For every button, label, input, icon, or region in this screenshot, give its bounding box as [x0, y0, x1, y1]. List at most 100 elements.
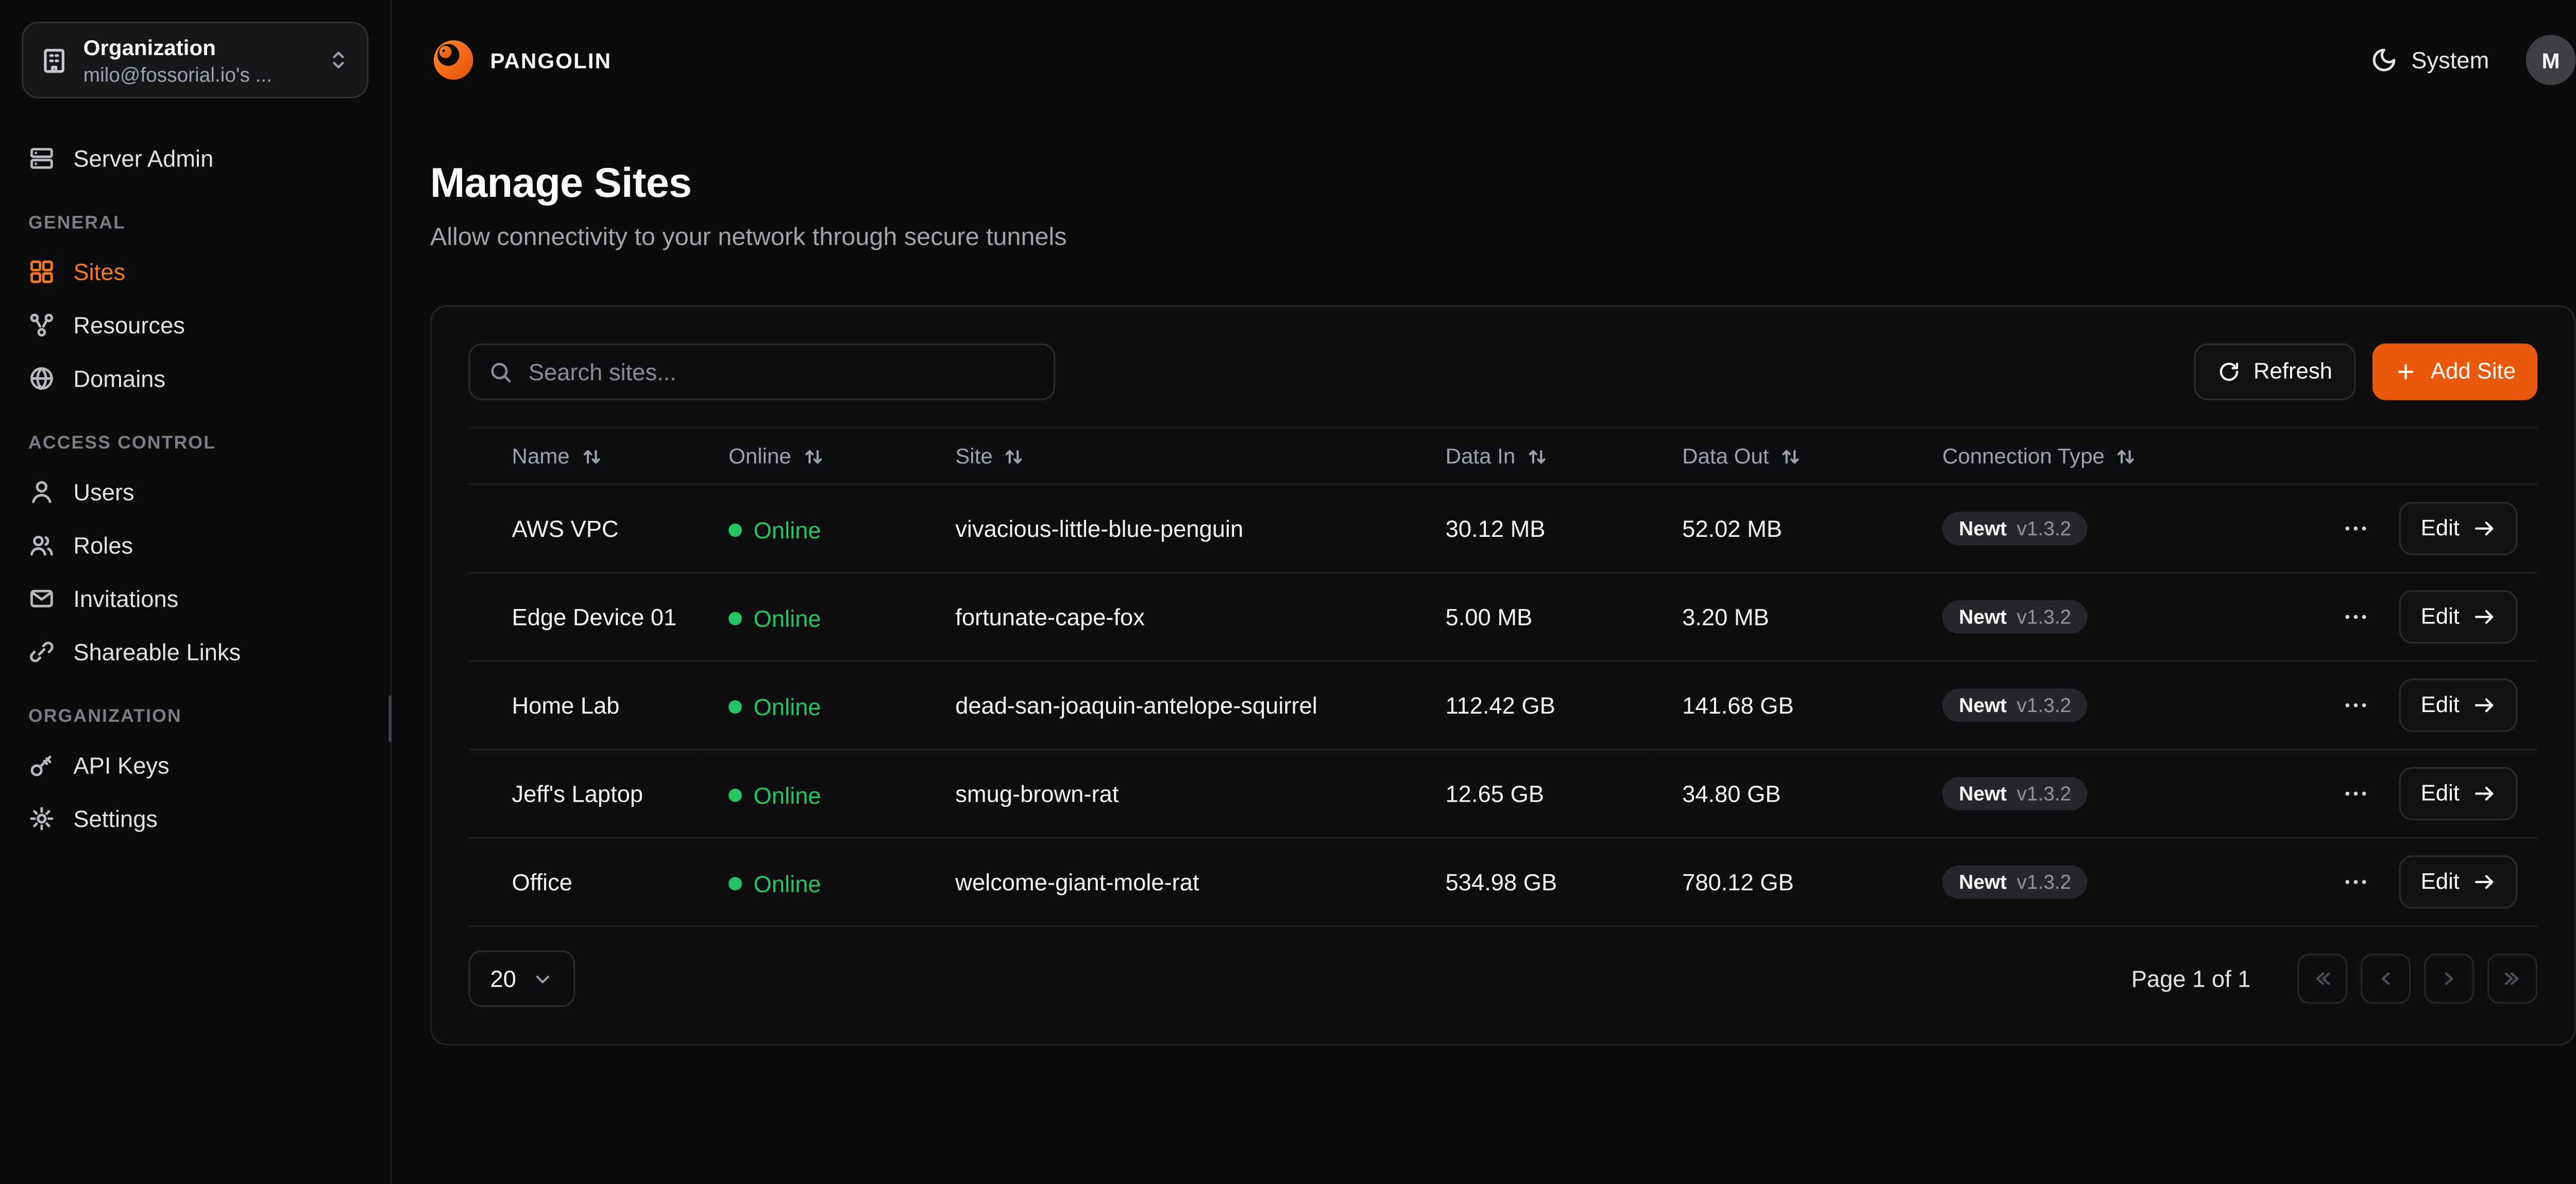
sidebar-item-roles[interactable]: Roles [22, 518, 368, 572]
row-actions-cell: Edit [2309, 838, 2537, 926]
org-switcher-subtitle: milo@fossorial.io's ... [83, 62, 312, 86]
refresh-label: Refresh [2253, 361, 2332, 383]
arrow-right-icon [2473, 605, 2496, 629]
sidebar-item-label: Settings [73, 807, 158, 830]
section-label-access-control: ACCESS CONTROL [28, 433, 362, 453]
topbar: PANGOLIN System M [430, 0, 2576, 120]
ellipsis-icon [2343, 780, 2369, 807]
online-dot-icon [728, 700, 742, 713]
connection-type-version: v1.3.2 [2016, 872, 2071, 892]
data-out-cell: 34.80 GB [1655, 750, 1916, 838]
user-avatar[interactable]: M [2526, 35, 2576, 85]
sidebar-nav: Server Admin GENERAL Sites Resources Do [22, 132, 368, 845]
org-switcher-text: Organization milo@fossorial.io's ... [83, 34, 312, 86]
table-row: Office Online welcome-giant-mole-rat 534… [468, 838, 2537, 926]
edit-site-button[interactable]: Edit [2399, 679, 2518, 732]
sites-card: Refresh Add Site [430, 305, 2576, 1045]
column-header-site: Site [955, 444, 993, 469]
data-out-cell: 780.12 GB [1655, 838, 1916, 926]
sort-by-name-button[interactable]: Name [512, 444, 601, 469]
connection-type-version: v1.3.2 [2016, 784, 2071, 804]
row-actions-cell: Edit [2309, 661, 2537, 750]
sort-icon [581, 446, 601, 466]
row-menu-button[interactable] [2336, 862, 2376, 902]
column-header-connection-type: Connection Type [1942, 444, 2105, 469]
sidebar-item-invitations[interactable]: Invitations [22, 572, 368, 625]
search-input[interactable] [529, 359, 1036, 385]
sort-by-connection-type-button[interactable]: Connection Type [1942, 444, 2136, 469]
arrow-right-icon [2473, 870, 2496, 893]
online-label: Online [754, 870, 821, 897]
online-dot-icon [728, 788, 742, 801]
sidebar-item-settings[interactable]: Settings [22, 792, 368, 845]
sidebar-item-users[interactable]: Users [22, 465, 368, 519]
table-row: Home Lab Online dead-san-joaquin-antelop… [468, 661, 2537, 750]
sidebar-item-api-keys[interactable]: API Keys [22, 739, 368, 792]
sidebar-resize-handle[interactable] [388, 695, 392, 742]
data-out-cell: 52.02 MB [1655, 484, 1916, 573]
sidebar-item-domains[interactable]: Domains [22, 352, 368, 405]
sort-by-online-button[interactable]: Online [728, 444, 823, 469]
add-site-button[interactable]: Add Site [2372, 344, 2538, 400]
connection-type-name: Newt [1959, 872, 2007, 892]
connection-type-name: Newt [1959, 518, 2007, 538]
sidebar-item-resources[interactable]: Resources [22, 298, 368, 352]
site-slug-cell: welcome-giant-mole-rat [928, 838, 1418, 926]
connection-type-version: v1.3.2 [2016, 695, 2071, 715]
row-menu-button[interactable] [2336, 597, 2376, 637]
data-in-cell: 112.42 GB [1419, 661, 1656, 750]
data-out-cell: 3.20 MB [1655, 573, 1916, 662]
last-page-button[interactable] [2487, 954, 2537, 1004]
sidebar-item-label: Resources [73, 313, 185, 336]
theme-toggle-button[interactable]: System [2371, 47, 2489, 74]
sidebar-item-sites[interactable]: Sites [22, 245, 368, 299]
row-menu-button[interactable] [2336, 774, 2376, 814]
waypoints-icon [28, 312, 55, 339]
site-name-cell: Edge Device 01 [468, 573, 702, 662]
page-head: Manage Sites Allow connectivity to your … [430, 160, 2576, 252]
sidebar-item-label: Server Admin [73, 147, 213, 170]
search-box[interactable] [468, 344, 1055, 400]
edit-label: Edit [2421, 605, 2460, 628]
arrow-right-icon [2473, 782, 2496, 805]
connection-type-cell: Newt v1.3.2 [1916, 838, 2309, 926]
next-page-button[interactable] [2424, 954, 2474, 1004]
refresh-button[interactable]: Refresh [2194, 344, 2356, 400]
edit-site-button[interactable]: Edit [2399, 767, 2518, 821]
arrow-right-icon [2473, 517, 2496, 540]
key-icon [28, 752, 55, 779]
sidebar-item-shareable-links[interactable]: Shareable Links [22, 625, 368, 679]
arrow-right-icon [2473, 694, 2496, 717]
first-page-button[interactable] [2297, 954, 2347, 1004]
sort-by-site-button[interactable]: Site [955, 444, 1024, 469]
sidebar-item-server-admin[interactable]: Server Admin [22, 132, 368, 185]
org-switcher[interactable]: Organization milo@fossorial.io's ... [22, 22, 368, 98]
edit-site-button[interactable]: Edit [2399, 855, 2518, 909]
connection-type-cell: Newt v1.3.2 [1916, 750, 2309, 838]
online-status: Online [728, 604, 821, 631]
online-status-cell: Online [702, 484, 928, 573]
column-header-online: Online [728, 444, 791, 469]
edit-site-button[interactable]: Edit [2399, 590, 2518, 644]
page-size-select[interactable]: 20 [468, 951, 574, 1007]
org-switcher-title: Organization [83, 34, 312, 59]
site-name-cell: Jeff's Laptop [468, 750, 702, 838]
edit-site-button[interactable]: Edit [2399, 502, 2518, 555]
connection-type-cell: Newt v1.3.2 [1916, 573, 2309, 662]
connection-type-cell: Newt v1.3.2 [1916, 484, 2309, 573]
sort-icon [1781, 446, 1801, 466]
connection-type-badge: Newt v1.3.2 [1942, 688, 2088, 722]
previous-page-button[interactable] [2361, 954, 2411, 1004]
online-label: Online [754, 781, 821, 808]
online-status: Online [728, 693, 821, 720]
table-row: Jeff's Laptop Online smug-brown-rat 12.6… [468, 750, 2537, 838]
connection-type-version: v1.3.2 [2016, 518, 2071, 538]
ellipsis-icon [2343, 515, 2369, 542]
sort-by-data-out-button[interactable]: Data Out [1682, 444, 1801, 469]
row-menu-button[interactable] [2336, 685, 2376, 725]
brand-name: PANGOLIN [490, 47, 612, 73]
row-menu-button[interactable] [2336, 509, 2376, 549]
page-info: Page 1 of 1 [2131, 966, 2251, 992]
sort-by-data-in-button[interactable]: Data In [1446, 444, 1547, 469]
search-icon [488, 359, 514, 384]
